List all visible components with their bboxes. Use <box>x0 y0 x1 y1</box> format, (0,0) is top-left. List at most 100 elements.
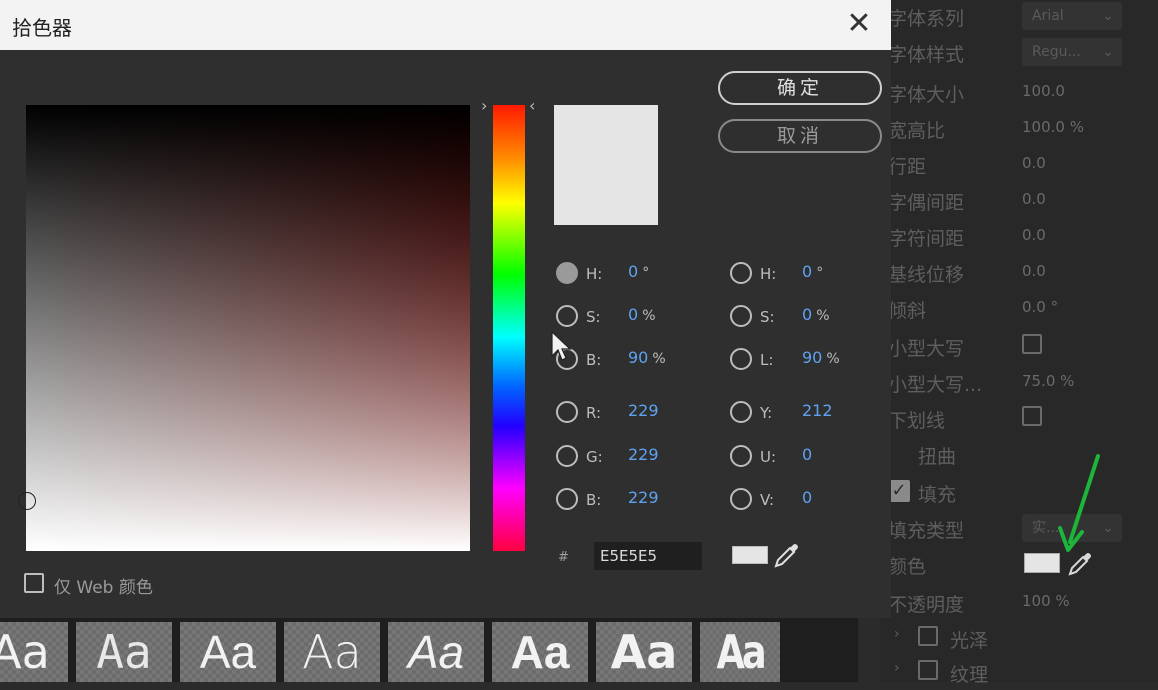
hue-slider-left-arrow[interactable]: › <box>481 96 487 115</box>
radio-button[interactable] <box>556 401 578 423</box>
field-hsl-l[interactable]: L: 90% <box>730 348 870 372</box>
field-value[interactable]: 90% <box>628 348 666 367</box>
chevron-right-icon[interactable]: › <box>894 660 900 676</box>
radio-button[interactable] <box>556 262 578 284</box>
color-selection-marker[interactable] <box>18 492 36 510</box>
font-preview-tile[interactable]: Aa <box>492 622 588 682</box>
field-yuv-u[interactable]: U: 0 <box>730 445 870 469</box>
font-preview-tile[interactable]: Aa <box>0 622 68 682</box>
hex-input[interactable] <box>594 542 702 570</box>
radio-button[interactable] <box>730 488 752 510</box>
tracking-value[interactable]: 0.0 <box>1022 226 1046 244</box>
value-text[interactable]: 90 <box>802 348 822 367</box>
ok-button[interactable]: 确定 <box>718 71 882 105</box>
radio-button[interactable] <box>556 488 578 510</box>
field-label: S: <box>760 308 775 326</box>
value-text[interactable]: 0 <box>628 262 638 281</box>
value-text[interactable]: 212 <box>802 401 833 420</box>
prop-distort: 扭曲 <box>888 442 1158 472</box>
prop-label: 字符间距 <box>888 228 965 250</box>
color-preview <box>554 105 658 225</box>
field-rgb-b[interactable]: B: 229 <box>556 488 696 512</box>
font-preview-tile[interactable]: Aa <box>284 622 380 682</box>
field-value[interactable]: 0 <box>802 488 816 507</box>
font-preview-tile[interactable]: Aa <box>180 622 276 682</box>
value-text[interactable]: 0 <box>628 305 638 324</box>
radio-button[interactable] <box>730 305 752 327</box>
font-preview-tile[interactable]: Aa <box>700 622 780 682</box>
prop-label: 行距 <box>888 156 927 178</box>
field-hsl-s[interactable]: S: 0% <box>730 305 870 329</box>
prop-color: 颜色 <box>888 552 1158 582</box>
radio-button[interactable] <box>730 348 752 370</box>
field-label: V: <box>760 491 775 509</box>
radio-button[interactable] <box>556 305 578 327</box>
field-value[interactable]: 229 <box>628 401 663 420</box>
radio-button[interactable] <box>730 262 752 284</box>
cancel-button[interactable]: 取消 <box>718 119 882 153</box>
close-icon[interactable]: ✕ <box>841 6 877 42</box>
radio-button[interactable] <box>730 401 752 423</box>
dialog-titlebar[interactable]: 拾色器 ✕ <box>0 0 891 50</box>
slant-value[interactable]: 0.0 ° <box>1022 298 1058 316</box>
hue-slider[interactable] <box>493 105 525 551</box>
field-value[interactable]: 229 <box>628 445 663 464</box>
prop-label: 倾斜 <box>888 300 927 322</box>
field-value[interactable]: 0 <box>802 445 816 464</box>
font-family-dropdown[interactable]: Arial ⌄ <box>1022 2 1122 30</box>
value-text[interactable]: 229 <box>628 488 659 507</box>
value-text[interactable]: 0 <box>802 305 812 324</box>
eyedropper-icon[interactable] <box>772 540 802 570</box>
field-value[interactable]: 90% <box>802 348 840 367</box>
field-hsb-h[interactable]: H: 0 ° <box>556 262 696 286</box>
field-yuv-v[interactable]: V: 0 <box>730 488 870 512</box>
font-size-value[interactable]: 100.0 <box>1022 82 1065 100</box>
field-hsb-s[interactable]: S: 0% <box>556 305 696 329</box>
value-text[interactable]: 229 <box>628 401 659 420</box>
field-value[interactable]: 212 <box>802 401 837 420</box>
fill-checkbox[interactable]: ✓ <box>888 480 910 502</box>
small-caps-size-value[interactable]: 75.0 % <box>1022 372 1074 390</box>
chevron-right-icon[interactable]: › <box>894 626 900 642</box>
field-rgb-r[interactable]: R: 229 <box>556 401 696 425</box>
texture-checkbox[interactable] <box>918 660 938 680</box>
value-text[interactable]: 90 <box>628 348 648 367</box>
font-preview-tile[interactable]: Aa <box>388 622 484 682</box>
kerning-value[interactable]: 0.0 <box>1022 190 1046 208</box>
saturation-brightness-field[interactable] <box>26 105 470 551</box>
opacity-value[interactable]: 100 % <box>1022 592 1070 610</box>
field-value[interactable]: 0 ° <box>628 262 649 281</box>
value-text[interactable]: 0 <box>802 488 812 507</box>
field-rgb-g[interactable]: G: 229 <box>556 445 696 469</box>
field-value[interactable]: 0% <box>628 305 656 324</box>
mouse-cursor-icon <box>551 330 572 361</box>
radio-button[interactable] <box>556 445 578 467</box>
baseline-value[interactable]: 0.0 <box>1022 262 1046 280</box>
field-value[interactable]: 0% <box>802 305 830 324</box>
prop-label: 填充类型 <box>888 520 965 542</box>
web-colors-checkbox[interactable] <box>24 573 44 593</box>
field-value[interactable]: 229 <box>628 488 663 507</box>
current-color-swatch <box>732 546 768 564</box>
field-value[interactable]: 0 ° <box>802 262 823 281</box>
leading-value[interactable]: 0.0 <box>1022 154 1046 172</box>
field-yuv-y[interactable]: Y: 212 <box>730 401 870 425</box>
field-hsb-b[interactable]: B: 90% <box>556 348 696 372</box>
value-text[interactable]: 0 <box>802 262 812 281</box>
brightness-overlay <box>26 105 470 551</box>
hue-slider-right-arrow[interactable]: ‹ <box>529 96 535 115</box>
underline-checkbox[interactable] <box>1022 406 1042 426</box>
font-style-dropdown[interactable]: Regu... ⌄ <box>1022 38 1122 66</box>
small-caps-checkbox[interactable] <box>1022 334 1042 354</box>
aspect-value[interactable]: 100.0 % <box>1022 118 1084 136</box>
prop-slant: 倾斜 0.0 ° <box>888 296 1158 326</box>
prop-label: 颜色 <box>888 556 927 578</box>
value-text[interactable]: 229 <box>628 445 659 464</box>
field-hsl-h[interactable]: H: 0 ° <box>730 262 870 286</box>
font-preview-tile[interactable]: Aa <box>596 622 692 682</box>
prop-label: 字体系列 <box>888 8 965 30</box>
sheen-checkbox[interactable] <box>918 626 938 646</box>
radio-button[interactable] <box>730 445 752 467</box>
value-text[interactable]: 0 <box>802 445 812 464</box>
font-preview-tile[interactable]: Aa <box>76 622 172 682</box>
